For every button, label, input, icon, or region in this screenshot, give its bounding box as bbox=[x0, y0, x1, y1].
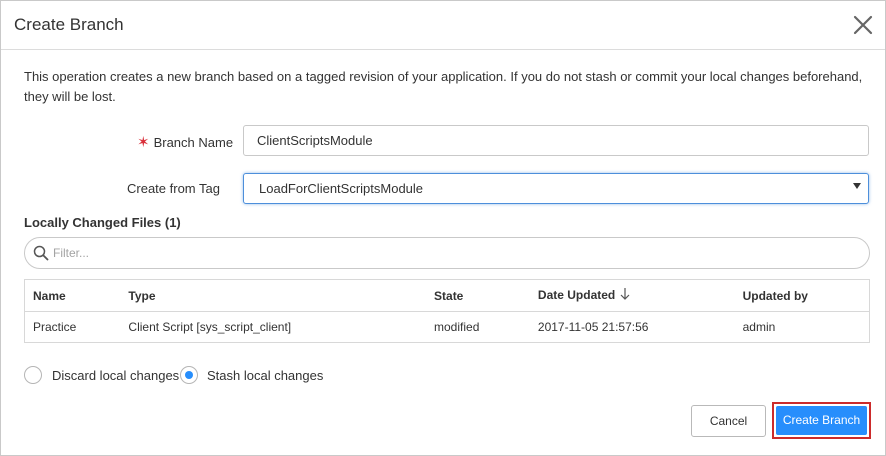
cell-updated-by: admin bbox=[734, 311, 870, 343]
cell-name: Practice bbox=[24, 311, 121, 343]
column-header-updated-by[interactable]: Updated by bbox=[734, 279, 870, 312]
dialog-description: This operation creates a new branch base… bbox=[24, 69, 863, 104]
dialog-header: Create Branch bbox=[1, 1, 885, 50]
cancel-button[interactable]: Cancel bbox=[691, 405, 766, 437]
dialog-title: Create Branch bbox=[14, 15, 124, 34]
cell-type: Client Script [sys_script_client] bbox=[120, 311, 427, 343]
column-header-type[interactable]: Type bbox=[120, 279, 427, 312]
stash-local-changes-radio[interactable] bbox=[180, 366, 198, 384]
close-icon[interactable] bbox=[851, 13, 875, 37]
chevron-down-icon bbox=[853, 183, 861, 189]
column-header-date-updated[interactable]: Date Updated bbox=[529, 279, 735, 312]
create-from-tag-label: Create from Tag bbox=[127, 181, 220, 196]
locally-changed-files-title: Locally Changed Files (1) bbox=[24, 215, 181, 230]
discard-local-changes-radio[interactable] bbox=[24, 366, 42, 384]
table-row[interactable]: Practice Client Script [sys_script_clien… bbox=[24, 311, 870, 343]
required-icon: ✶ bbox=[137, 134, 150, 151]
search-icon bbox=[33, 245, 49, 266]
cell-date-updated: 2017-11-05 21:57:56 bbox=[529, 311, 735, 343]
branch-name-input[interactable]: ClientScriptsModule bbox=[243, 125, 869, 156]
filter-placeholder: Filter... bbox=[53, 246, 90, 260]
create-branch-button[interactable]: Create Branch bbox=[776, 406, 867, 435]
branch-name-label: ✶ Branch Name bbox=[137, 134, 234, 151]
create-branch-dialog: Create Branch This operation creates a n… bbox=[0, 0, 886, 456]
column-header-state[interactable]: State bbox=[426, 279, 530, 312]
create-branch-highlight: Create Branch bbox=[772, 402, 871, 439]
column-header-name[interactable]: Name bbox=[24, 279, 121, 312]
table-header-row: Name Type State Date Updated Updated by bbox=[24, 279, 870, 312]
files-table: Name Type State Date Updated Updated by … bbox=[24, 279, 870, 343]
create-from-tag-select[interactable]: LoadForClientScriptsModule bbox=[243, 173, 869, 204]
create-from-tag-value: LoadForClientScriptsModule bbox=[259, 181, 424, 196]
cell-state: modified bbox=[426, 311, 530, 343]
stash-local-changes-label[interactable]: Stash local changes bbox=[207, 368, 323, 383]
sort-descending-icon bbox=[620, 288, 630, 303]
column-header-date-updated-label: Date Updated bbox=[537, 287, 616, 302]
filter-input[interactable]: Filter... bbox=[24, 237, 870, 269]
discard-local-changes-label[interactable]: Discard local changes bbox=[52, 368, 179, 383]
